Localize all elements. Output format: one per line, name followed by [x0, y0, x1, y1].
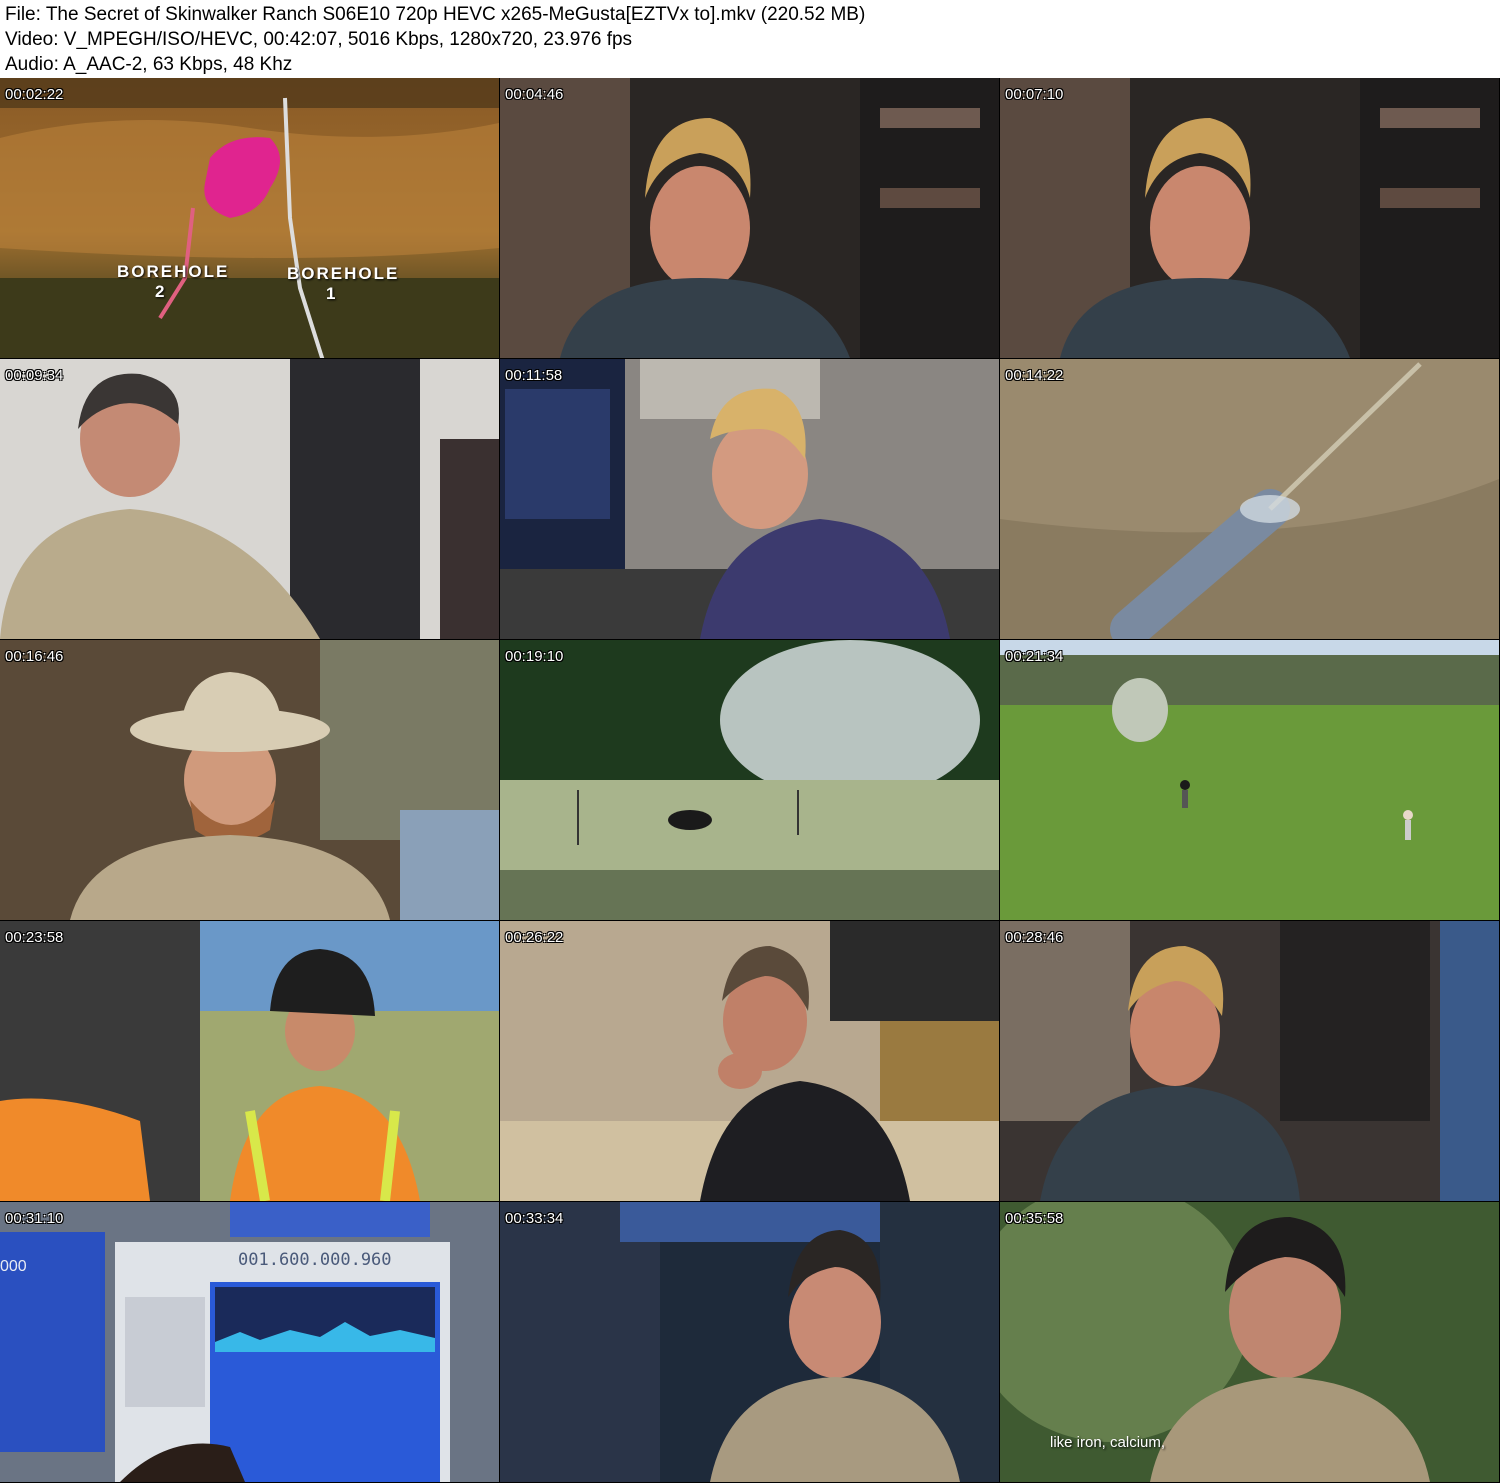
- frame-workers-hardhats: [0, 921, 499, 1201]
- frame-man-looking-up: [0, 359, 499, 639]
- frame-man-at-computer: [500, 359, 999, 639]
- timestamp: 00:07:10: [1005, 86, 1064, 103]
- thumbnail-7: 00:16:46: [0, 640, 499, 920]
- thumbnail-12: 00:28:46: [1000, 921, 1499, 1201]
- frame-sdr-software: [0, 1202, 499, 1482]
- frame-aerial-field: [1000, 640, 1499, 920]
- thumbnail-11: 00:26:22: [500, 921, 999, 1201]
- video-info: Video: V_MPEGH/ISO/HEVC, 00:42:07, 5016 …: [5, 29, 633, 50]
- timestamp: 00:09:34: [5, 367, 64, 384]
- timestamp: 00:31:10: [5, 1210, 64, 1227]
- timestamp: 00:04:46: [505, 86, 564, 103]
- frame-pipe-in-mud: [1000, 359, 1499, 639]
- timestamp: 00:23:58: [5, 929, 64, 946]
- thumbnail-4: 00:09:34: [0, 359, 499, 639]
- timestamp: 00:35:58: [1005, 1210, 1064, 1227]
- thumbnail-14: 00:33:34: [500, 1202, 999, 1482]
- frequency-readout: 001.600.000.960: [238, 1250, 392, 1270]
- frame-interview-man: [1000, 78, 1499, 358]
- frame-cow-in-field: [500, 640, 999, 920]
- timestamp: 00:26:22: [505, 929, 564, 946]
- frame-interview-man: [500, 78, 999, 358]
- timestamp: 00:21:34: [1005, 648, 1064, 665]
- frame-man-in-hat: [0, 640, 499, 920]
- thumbnail-1: BOREHOLE 2 BOREHOLE 1 00:02:22: [0, 78, 499, 358]
- thumbnail-13: 001.600.000.960 000 00:31:10: [0, 1202, 499, 1482]
- thumbnail-8: 00:19:10: [500, 640, 999, 920]
- frequency-left: 000: [0, 1258, 27, 1275]
- borehole-2-label: BOREHOLE: [117, 262, 230, 281]
- borehole-1-label: BOREHOLE: [287, 264, 400, 283]
- frame-man-thinking: [500, 921, 999, 1201]
- thumbnail-2: 00:04:46: [500, 78, 999, 358]
- file-info: File: The Secret of Skinwalker Ranch S06…: [5, 4, 866, 25]
- timestamp: 00:14:22: [1005, 367, 1064, 384]
- thumbnail-5: 00:11:58: [500, 359, 999, 639]
- info-header: File: The Secret of Skinwalker Ranch S06…: [0, 0, 1500, 78]
- timestamp: 00:11:58: [505, 367, 563, 384]
- borehole-2-number: 2: [155, 282, 165, 301]
- borehole-1-number: 1: [326, 284, 336, 303]
- timestamp: 00:16:46: [5, 648, 64, 665]
- timestamp: 00:28:46: [1005, 929, 1064, 946]
- subtitle-text: like iron, calcium,: [1050, 1434, 1166, 1451]
- thumbnail-9: 00:21:34: [1000, 640, 1499, 920]
- timestamp: 00:19:10: [505, 648, 564, 665]
- thumbnail-3: 00:07:10: [1000, 78, 1499, 358]
- frame-man-lab-interview: [500, 1202, 999, 1482]
- thumbnail-6: 00:14:22: [1000, 359, 1499, 639]
- frame-borehole-map: [0, 78, 499, 358]
- audio-info: Audio: A_AAC-2, 63 Kbps, 48 Khz: [5, 54, 293, 75]
- thumbnail-grid: BOREHOLE 2 BOREHOLE 1 00:02:22 00:04:46: [0, 78, 1500, 1483]
- frame-interview-man: [1000, 921, 1499, 1201]
- thumbnail-15: like iron, calcium, 00:35:58: [1000, 1202, 1499, 1482]
- timestamp: 00:33:34: [505, 1210, 564, 1227]
- thumbnail-10: 00:23:58: [0, 921, 499, 1201]
- timestamp: 00:02:22: [5, 86, 64, 103]
